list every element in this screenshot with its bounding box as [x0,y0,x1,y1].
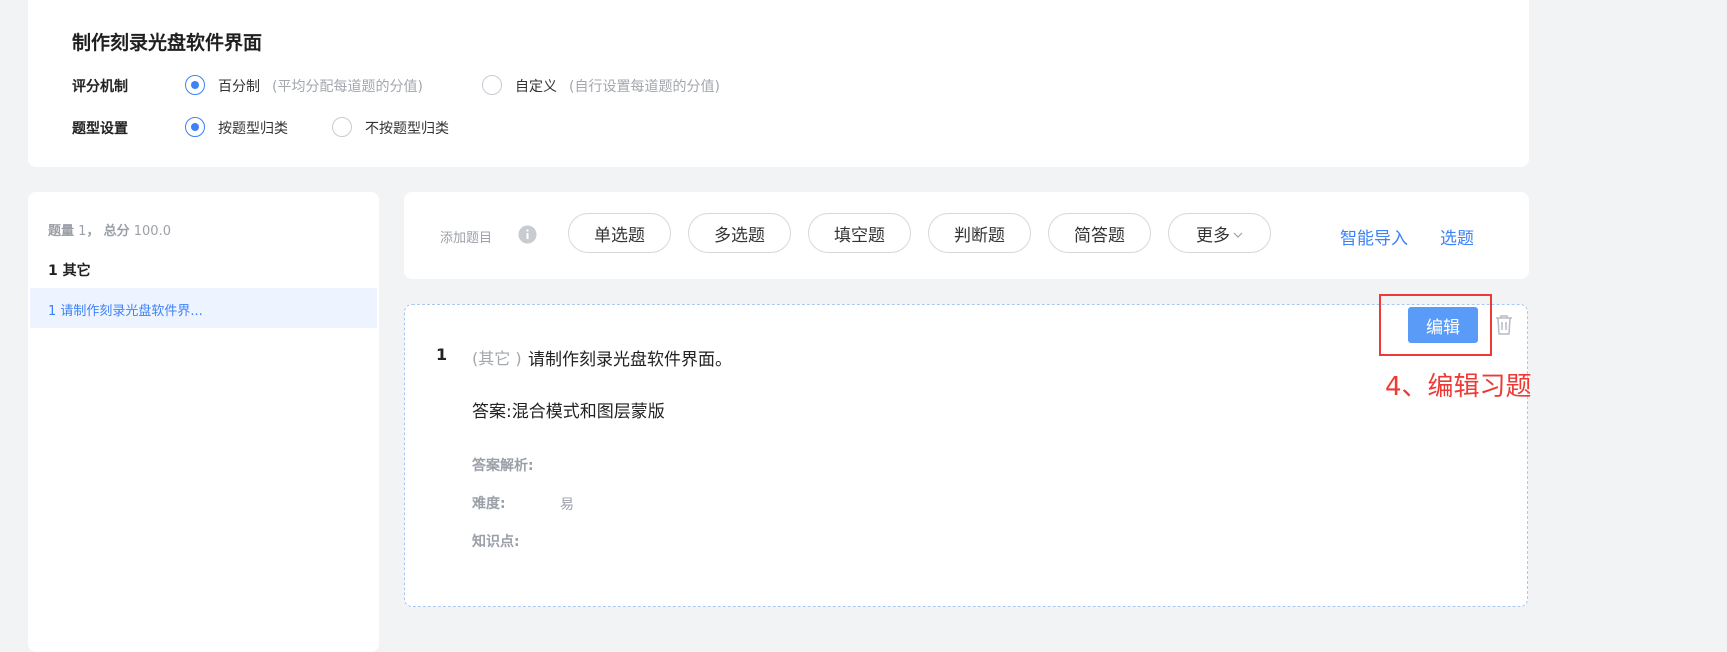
radio-percent-label[interactable]: 百分制 [218,76,260,96]
smart-import-link[interactable]: 智能导入 [1340,224,1408,249]
difficulty-label: 难度: [472,496,506,512]
radio-not-by-type-label[interactable]: 不按题型归类 [365,118,449,138]
analysis-label: 答案解析: [472,458,534,474]
radio-percent-hint: (平均分配每道题的分值) [272,79,423,95]
answer-value: 混合模式和图层蒙版 [511,402,665,422]
type-setting-label: 题型设置 [72,121,128,137]
chevron-down-icon [1233,232,1243,238]
more-types-button[interactable]: 更多 [1168,213,1271,253]
scoring-label: 评分机制 [72,79,128,95]
radio-by-type[interactable] [185,117,205,137]
sidebar-item-label: 1 请制作刻录光盘软件界... [48,304,203,319]
radio-by-type-label[interactable]: 按题型归类 [218,118,288,138]
fill-blank-label: 填空题 [834,225,885,246]
add-question-label: 添加题目 [440,231,493,246]
single-choice-button[interactable]: 单选题 [568,213,671,253]
question-text: 请制作刻录光盘软件界面。 [528,350,732,370]
true-false-label: 判断题 [954,225,1005,246]
annotation-text: 4、编辑习题 [1385,372,1532,402]
sidebar-item[interactable]: 1 请制作刻录光盘软件界... [30,288,377,328]
more-types-label: 更多 [1196,225,1230,246]
knowledge-label: 知识点: [472,534,520,550]
short-answer-button[interactable]: 简答题 [1048,213,1151,253]
answer-row: 答案:混合模式和图层蒙版 [472,397,665,422]
total-label: 总分 [103,224,130,239]
question-category: (其它 ) [472,349,522,368]
total-value: 100.0 [133,224,171,239]
multi-choice-label: 多选题 [714,225,765,246]
answer-label: 答案: [472,402,512,422]
fill-blank-button[interactable]: 填空题 [808,213,911,253]
pick-question-link[interactable]: 选题 [1440,224,1474,249]
true-false-button[interactable]: 判断题 [928,213,1031,253]
page-title: 制作刻录光盘软件界面 [72,32,263,54]
sidebar-group-title: 1 其它 [48,263,91,279]
radio-percent[interactable] [185,75,205,95]
count-label: 题量 [48,224,75,239]
info-icon[interactable] [518,225,537,248]
question-number: 1 [436,345,448,364]
multi-choice-button[interactable]: 多选题 [688,213,791,253]
radio-custom[interactable] [482,75,502,95]
sidebar-summary: 题量 1， 总分 100.0 [48,220,171,239]
trash-icon[interactable] [1494,314,1514,340]
single-choice-label: 单选题 [594,225,645,246]
summary-separator: ， [86,224,100,239]
radio-custom-hint: (自行设置每道题的分值) [569,79,720,95]
radio-not-by-type[interactable] [332,117,352,137]
short-answer-label: 简答题 [1074,225,1125,246]
highlight-box [1379,294,1492,356]
difficulty-value: 易 [560,497,574,513]
radio-custom-label[interactable]: 自定义 [515,76,557,96]
